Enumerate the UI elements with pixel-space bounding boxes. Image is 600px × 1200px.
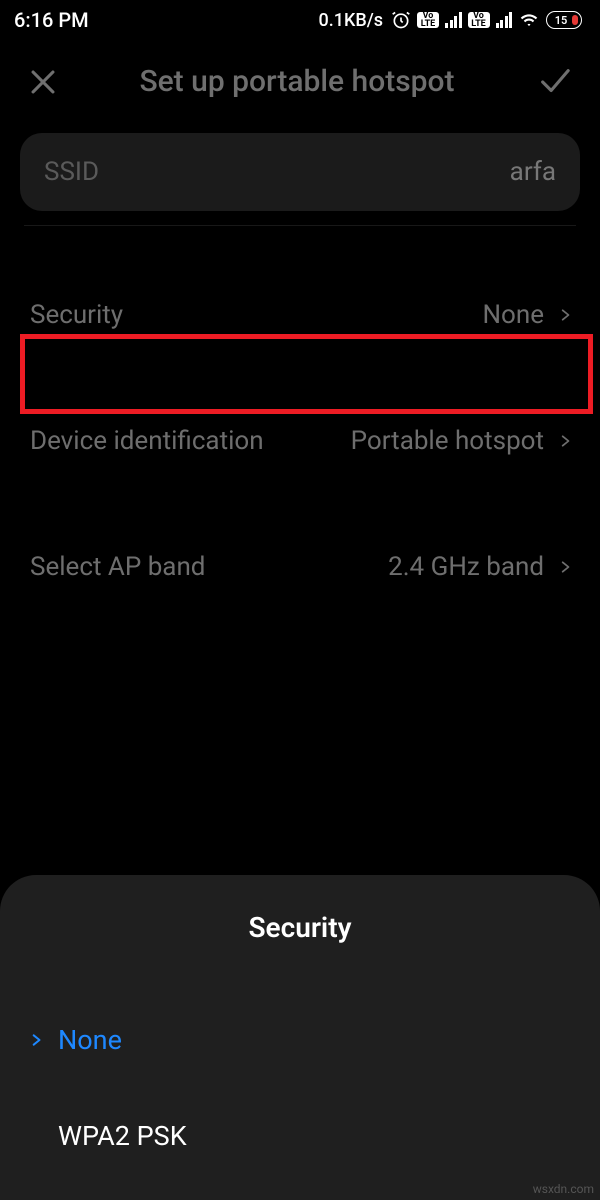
security-option-none-label: None — [58, 1024, 122, 1056]
signal-icon-2 — [496, 12, 513, 28]
close-icon[interactable] — [26, 65, 60, 99]
separator — [24, 225, 576, 226]
chevron-right-icon — [26, 1029, 46, 1051]
ap-band-label: Select AP band — [30, 552, 205, 582]
ap-band-value: 2.4 GHz band — [388, 552, 544, 582]
security-value: None — [482, 300, 544, 330]
security-label: Security — [30, 300, 123, 330]
volte-badge-1: VoLTE — [417, 12, 439, 28]
page-title: Set up portable hotspot — [139, 64, 454, 99]
security-option-none[interactable]: None — [22, 1006, 578, 1074]
status-right: 0.1KB/s VoLTE VoLTE 15 — [319, 10, 583, 31]
battery-icon: 15 — [546, 11, 582, 29]
header: Set up portable hotspot — [0, 40, 600, 133]
chevron-right-icon — [558, 429, 572, 453]
ap-band-row[interactable]: Select AP band 2.4 GHz band — [20, 528, 580, 606]
ssid-value: arfa — [510, 157, 556, 187]
chevron-right-icon — [558, 555, 572, 579]
volte-badge-2: VoLTE — [468, 12, 490, 28]
confirm-icon[interactable] — [534, 65, 574, 99]
alarm-icon — [391, 10, 411, 30]
security-row[interactable]: Security None — [20, 276, 580, 354]
ssid-field[interactable]: SSID arfa — [20, 133, 580, 211]
status-bar: 6:16 PM 0.1KB/s VoLTE VoLTE 15 — [0, 0, 600, 40]
ssid-label: SSID — [44, 157, 99, 187]
device-id-label: Device identification — [30, 426, 264, 456]
status-data-rate: 0.1KB/s — [319, 10, 384, 31]
wifi-icon — [518, 11, 540, 29]
status-time: 6:16 PM — [14, 8, 89, 32]
chevron-right-icon — [558, 303, 572, 327]
security-option-wpa2-label: WPA2 PSK — [58, 1120, 187, 1152]
security-sheet: Security None WPA2 PSK — [0, 875, 600, 1200]
security-option-wpa2[interactable]: WPA2 PSK — [22, 1102, 578, 1170]
sheet-title: Security — [22, 911, 578, 944]
device-identification-row[interactable]: Device identification Portable hotspot — [20, 402, 580, 480]
device-id-value: Portable hotspot — [351, 426, 544, 456]
signal-icon-1 — [445, 12, 462, 28]
watermark: wsxdn.com — [533, 1182, 594, 1196]
